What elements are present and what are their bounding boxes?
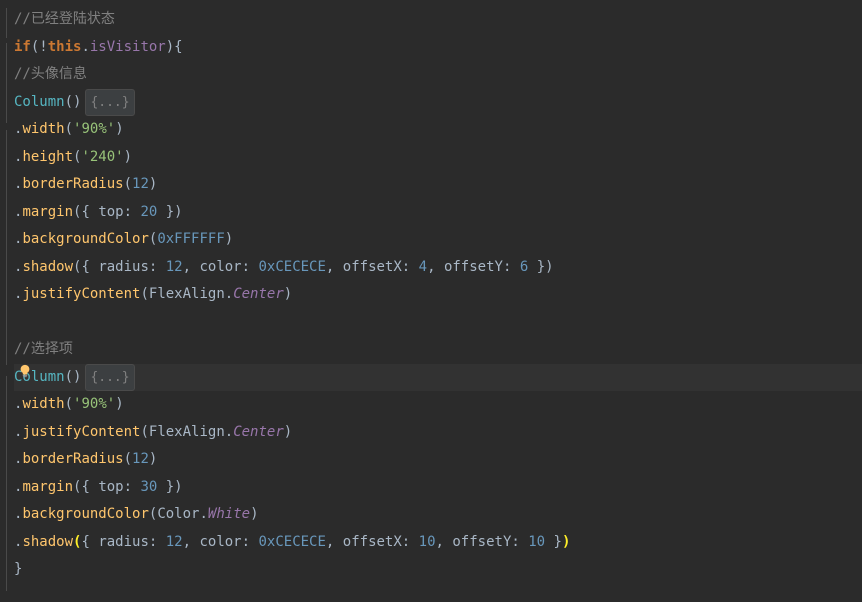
keyword-if: if <box>14 34 31 61</box>
identifier: isVisitor <box>90 34 166 61</box>
collapsed-block[interactable]: {...} <box>85 89 134 116</box>
code-line: .shadow({ radius: 12, color: 0xCECECE, o… <box>14 254 862 282</box>
property-key: radius <box>98 529 149 556</box>
method-call: borderRadius <box>22 446 123 473</box>
code-area[interactable]: //已经登陆状态 if (!this.isVisitor) { //头像信息 C… <box>14 0 862 602</box>
code-line: Column() {...} <box>14 89 862 117</box>
number-literal: 20 <box>140 199 157 226</box>
number-literal: 12 <box>166 254 183 281</box>
comment: //头像信息 <box>14 61 87 88</box>
code-line: if (!this.isVisitor) { <box>14 34 862 62</box>
method-call: margin <box>22 199 73 226</box>
method-call: shadow <box>22 529 73 556</box>
code-line: .width('90%') <box>14 391 862 419</box>
comment: //已经登陆状态 <box>14 6 115 33</box>
property-key: offsetX <box>343 529 402 556</box>
string-literal: '240' <box>81 144 123 171</box>
comment: //选择项 <box>14 336 73 363</box>
method-call: justifyContent <box>22 419 140 446</box>
string-literal: '90%' <box>73 116 115 143</box>
property-key: offsetY <box>444 254 503 281</box>
number-literal: 0xFFFFFF <box>157 226 224 253</box>
method-call: borderRadius <box>22 171 123 198</box>
code-line: .justifyContent(FlexAlign.Center) <box>14 281 862 309</box>
code-line: .height('240') <box>14 144 862 172</box>
code-line: .shadow({ radius: 12, color: 0xCECECE, o… <box>14 529 862 557</box>
code-line: .borderRadius(12) <box>14 446 862 474</box>
lightbulb-icon[interactable] <box>18 362 32 378</box>
code-line <box>14 309 862 337</box>
collapsed-block[interactable]: {...} <box>85 364 134 391</box>
code-line: .width('90%') <box>14 116 862 144</box>
number-literal: 12 <box>166 529 183 556</box>
code-line: .borderRadius(12) <box>14 171 862 199</box>
string-literal: '90%' <box>73 391 115 418</box>
method-call: margin <box>22 474 73 501</box>
number-literal: 10 <box>419 529 436 556</box>
number-literal: 0xCECECE <box>258 254 325 281</box>
number-literal: 4 <box>419 254 427 281</box>
fold-guide <box>6 376 7 591</box>
code-line: } <box>14 556 862 584</box>
method-call: width <box>22 116 64 143</box>
code-line: //头像信息 <box>14 61 862 89</box>
code-line: .margin({ top: 20 }) <box>14 199 862 227</box>
property-key: radius <box>98 254 149 281</box>
code-line: .backgroundColor(0xFFFFFF) <box>14 226 862 254</box>
code-editor[interactable]: //已经登陆状态 if (!this.isVisitor) { //头像信息 C… <box>0 0 862 602</box>
number-literal: 12 <box>132 446 149 473</box>
method-call: justifyContent <box>22 281 140 308</box>
class-name: FlexAlign <box>149 281 225 308</box>
property-key: color <box>199 254 241 281</box>
class-name: FlexAlign <box>149 419 225 446</box>
method-call: backgroundColor <box>22 501 148 528</box>
number-literal: 0xCECECE <box>258 529 325 556</box>
number-literal: 10 <box>528 529 545 556</box>
code-line: .margin({ top: 30 }) <box>14 474 862 502</box>
code-line: //已经登陆状态 <box>14 6 862 34</box>
property-key: offsetX <box>343 254 402 281</box>
keyword-this: this <box>48 34 82 61</box>
method-call: shadow <box>22 254 73 281</box>
number-literal: 6 <box>520 254 528 281</box>
enum-value: Center <box>233 281 284 308</box>
property-key: top <box>98 199 123 226</box>
function-call: Column <box>14 89 65 116</box>
property-key: offsetY <box>452 529 511 556</box>
fold-guide <box>6 43 7 123</box>
code-line: .justifyContent(FlexAlign.Center) <box>14 419 862 447</box>
class-name: Color <box>157 501 199 528</box>
property-key: color <box>199 529 241 556</box>
fold-guide <box>6 130 7 365</box>
method-call: backgroundColor <box>22 226 148 253</box>
enum-value: Center <box>233 419 284 446</box>
code-line: .backgroundColor(Color.White) <box>14 501 862 529</box>
method-call: width <box>22 391 64 418</box>
property-key: top <box>98 474 123 501</box>
enum-value: White <box>208 501 250 528</box>
code-line: //选择项 <box>14 336 862 364</box>
method-call: height <box>22 144 73 171</box>
fold-guide <box>6 8 7 38</box>
gutter <box>0 0 14 602</box>
number-literal: 12 <box>132 171 149 198</box>
code-line-active: Column() {...} <box>14 364 862 392</box>
number-literal: 30 <box>140 474 157 501</box>
